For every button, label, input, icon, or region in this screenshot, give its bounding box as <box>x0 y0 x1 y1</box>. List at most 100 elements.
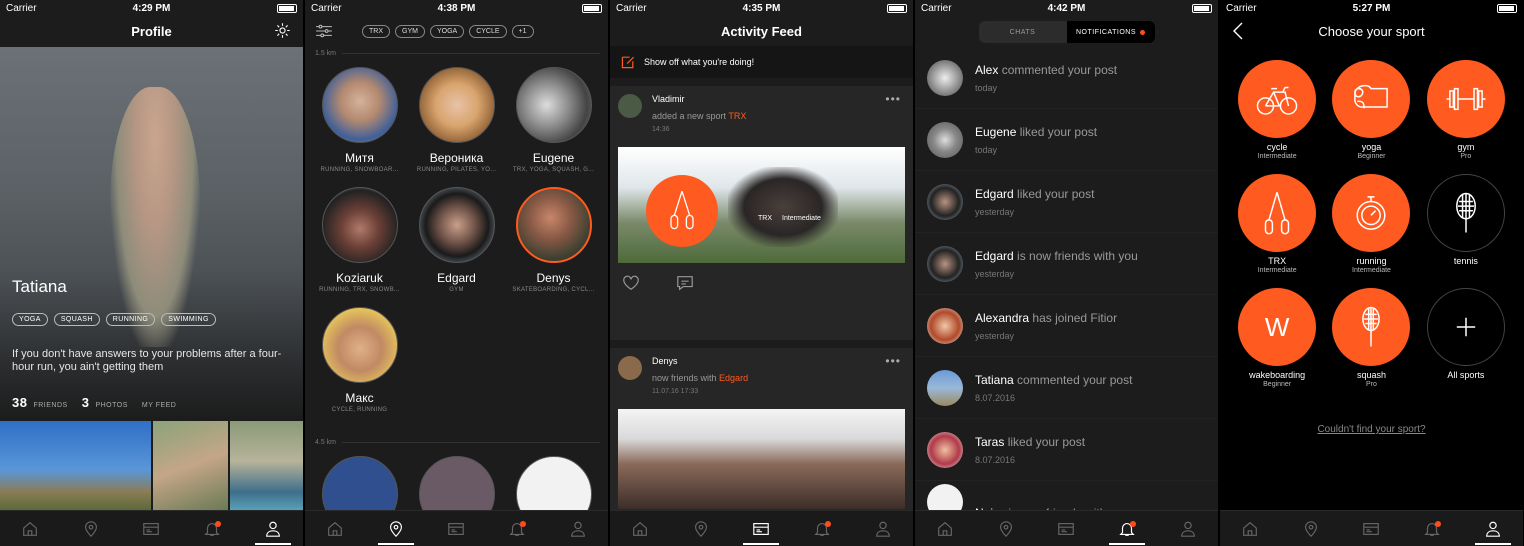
tab-home[interactable] <box>620 511 660 546</box>
cant-find-sport-link[interactable]: Couldn't find your sport? <box>1220 424 1523 435</box>
edit-icon <box>621 56 635 69</box>
sport-option-tennis[interactable]: tennis <box>1419 174 1513 274</box>
tab-feed[interactable] <box>1351 511 1391 546</box>
tab-profile[interactable] <box>1473 511 1513 546</box>
filter-chip[interactable]: CYCLE <box>469 24 507 38</box>
notification-item[interactable]: Tatiana commented your post 8.07.2016 <box>915 357 1218 419</box>
friends-stat[interactable]: 38 FRIENDS <box>12 395 68 410</box>
person-card[interactable]: Koziaruk RUNNING, TRX, SNOWB... <box>311 187 408 293</box>
tab-map[interactable] <box>71 511 111 546</box>
post-author[interactable]: Vladimir <box>652 94 746 104</box>
profile-photo[interactable] <box>152 421 229 510</box>
tab-map[interactable] <box>681 511 721 546</box>
stopwatch-icon <box>1356 196 1387 230</box>
person-card[interactable]: Митя RUNNING, SNOWBOAR... <box>311 67 408 173</box>
notification-item[interactable]: Eugene liked your post today <box>915 109 1218 171</box>
back-chevron-icon[interactable] <box>1232 22 1244 40</box>
filter-sliders-icon[interactable] <box>315 24 333 38</box>
avatar[interactable] <box>618 94 642 118</box>
post-timestamp: 14:36 <box>652 126 670 133</box>
tab-profile[interactable] <box>1168 511 1208 546</box>
notifications-screen: Carrier 4:42 PM CHATS NOTIFICATIONS Alex… <box>915 0 1218 546</box>
sport-option-squash[interactable]: squash Pro <box>1324 288 1418 388</box>
tab-notifications[interactable] <box>192 511 232 546</box>
tab-map[interactable] <box>1291 511 1331 546</box>
tab-feed[interactable] <box>436 511 476 546</box>
post-author[interactable]: Denys <box>652 356 748 366</box>
tab-feed[interactable] <box>1046 511 1086 546</box>
battery-icon <box>1192 3 1212 13</box>
photos-stat[interactable]: 3 PHOTOS <box>82 395 128 410</box>
tab-feed[interactable] <box>741 511 781 546</box>
battery-icon <box>1497 3 1517 13</box>
sport-option-gym[interactable]: gym Pro <box>1419 60 1513 160</box>
notification-dot <box>825 520 832 527</box>
tab-home[interactable] <box>925 511 965 546</box>
location-pin-icon <box>389 520 402 537</box>
tab-profile[interactable] <box>253 511 293 546</box>
person-card[interactable]: Макс CYCLE, RUNNING <box>311 307 408 413</box>
notification-item[interactable]: Edgard liked your post yesterday <box>915 171 1218 233</box>
tab-map[interactable] <box>986 511 1026 546</box>
status-bar: Carrier 4:35 PM <box>610 0 913 16</box>
sport-option-wakeboarding[interactable]: W wakeboarding Beginner <box>1230 288 1324 388</box>
person-sports: TRX, YOGA, SQUASH, G... <box>512 167 595 173</box>
sport-tag[interactable]: YOGA <box>12 313 48 326</box>
profile-photo[interactable] <box>0 421 151 510</box>
tab-map[interactable] <box>376 511 416 546</box>
my-feed-link[interactable]: MY FEED <box>142 402 177 409</box>
sport-option-running[interactable]: running Intermediate <box>1324 174 1418 274</box>
sport-tag[interactable]: SWIMMING <box>161 313 216 326</box>
notification-dot <box>520 520 527 527</box>
post-friend-link[interactable]: Edgard <box>719 373 748 383</box>
sport-option-yoga[interactable]: yoga Beginner <box>1324 60 1418 160</box>
tab-profile[interactable] <box>863 511 903 546</box>
tab-home[interactable] <box>315 511 355 546</box>
comment-icon[interactable] <box>676 274 694 292</box>
notification-item[interactable]: Taras liked your post 8.07.2016 <box>915 419 1218 481</box>
more-options-icon[interactable]: ••• <box>885 354 901 368</box>
notification-item[interactable]: Alexandra has joined Fitior yesterday <box>915 295 1218 357</box>
status-time: 4:42 PM <box>1047 2 1086 14</box>
filter-chip-more[interactable]: +1 <box>511 24 534 38</box>
show-off-composer[interactable]: Show off what you're doing! <box>610 46 913 78</box>
tab-notifications[interactable] <box>497 511 537 546</box>
post-image[interactable] <box>618 409 905 509</box>
tab-notifications[interactable] <box>802 511 842 546</box>
filter-chip[interactable]: GYM <box>395 24 425 38</box>
profile-photo[interactable] <box>230 421 303 510</box>
sport-tag[interactable]: RUNNING <box>105 313 156 326</box>
home-icon <box>938 521 953 536</box>
battery-icon <box>277 3 297 13</box>
tab-home[interactable] <box>10 511 50 546</box>
avatar[interactable] <box>618 356 642 380</box>
status-bar: Carrier 4:38 PM <box>305 0 608 16</box>
avatar <box>321 187 398 263</box>
person-card[interactable]: Вероника RUNNING, PILATES, YO... <box>408 67 505 173</box>
tab-feed[interactable] <box>131 511 171 546</box>
gear-icon[interactable] <box>274 22 291 39</box>
sport-option-cycle[interactable]: cycle Intermediate <box>1230 60 1324 160</box>
tab-notifications[interactable] <box>1412 511 1452 546</box>
person-card[interactable]: Eugene TRX, YOGA, SQUASH, G... <box>505 67 602 173</box>
profile-bio: If you don't have answers to your proble… <box>12 348 282 373</box>
tab-profile[interactable] <box>558 511 598 546</box>
filter-chip[interactable]: TRX <box>362 24 390 38</box>
sport-option-all[interactable]: All sports <box>1419 288 1513 388</box>
notification-item[interactable]: Alex commented your post today <box>915 47 1218 109</box>
tab-notifications[interactable] <box>1107 511 1147 546</box>
person-card[interactable]: Denys SKATEBOARDING, CYCL... <box>505 187 602 293</box>
post-sport-link[interactable]: TRX <box>728 111 746 121</box>
heart-icon[interactable] <box>622 274 640 292</box>
notification-item[interactable]: Edgard is now friends with you yesterday <box>915 233 1218 295</box>
tab-notifications-list[interactable]: NOTIFICATIONS <box>1066 21 1155 43</box>
post-image[interactable]: TRX Intermediate <box>618 147 905 263</box>
tab-home[interactable] <box>1230 511 1270 546</box>
filter-chip[interactable]: YOGA <box>429 24 465 38</box>
tab-chats[interactable]: CHATS <box>979 21 1067 43</box>
more-options-icon[interactable]: ••• <box>885 92 901 106</box>
person-sports: RUNNING, TRX, SNOWB... <box>319 287 400 293</box>
person-card[interactable]: Edgard GYM <box>408 187 505 293</box>
sport-option-trx[interactable]: TRX Intermediate <box>1230 174 1324 274</box>
sport-tag[interactable]: SQUASH <box>53 313 100 326</box>
